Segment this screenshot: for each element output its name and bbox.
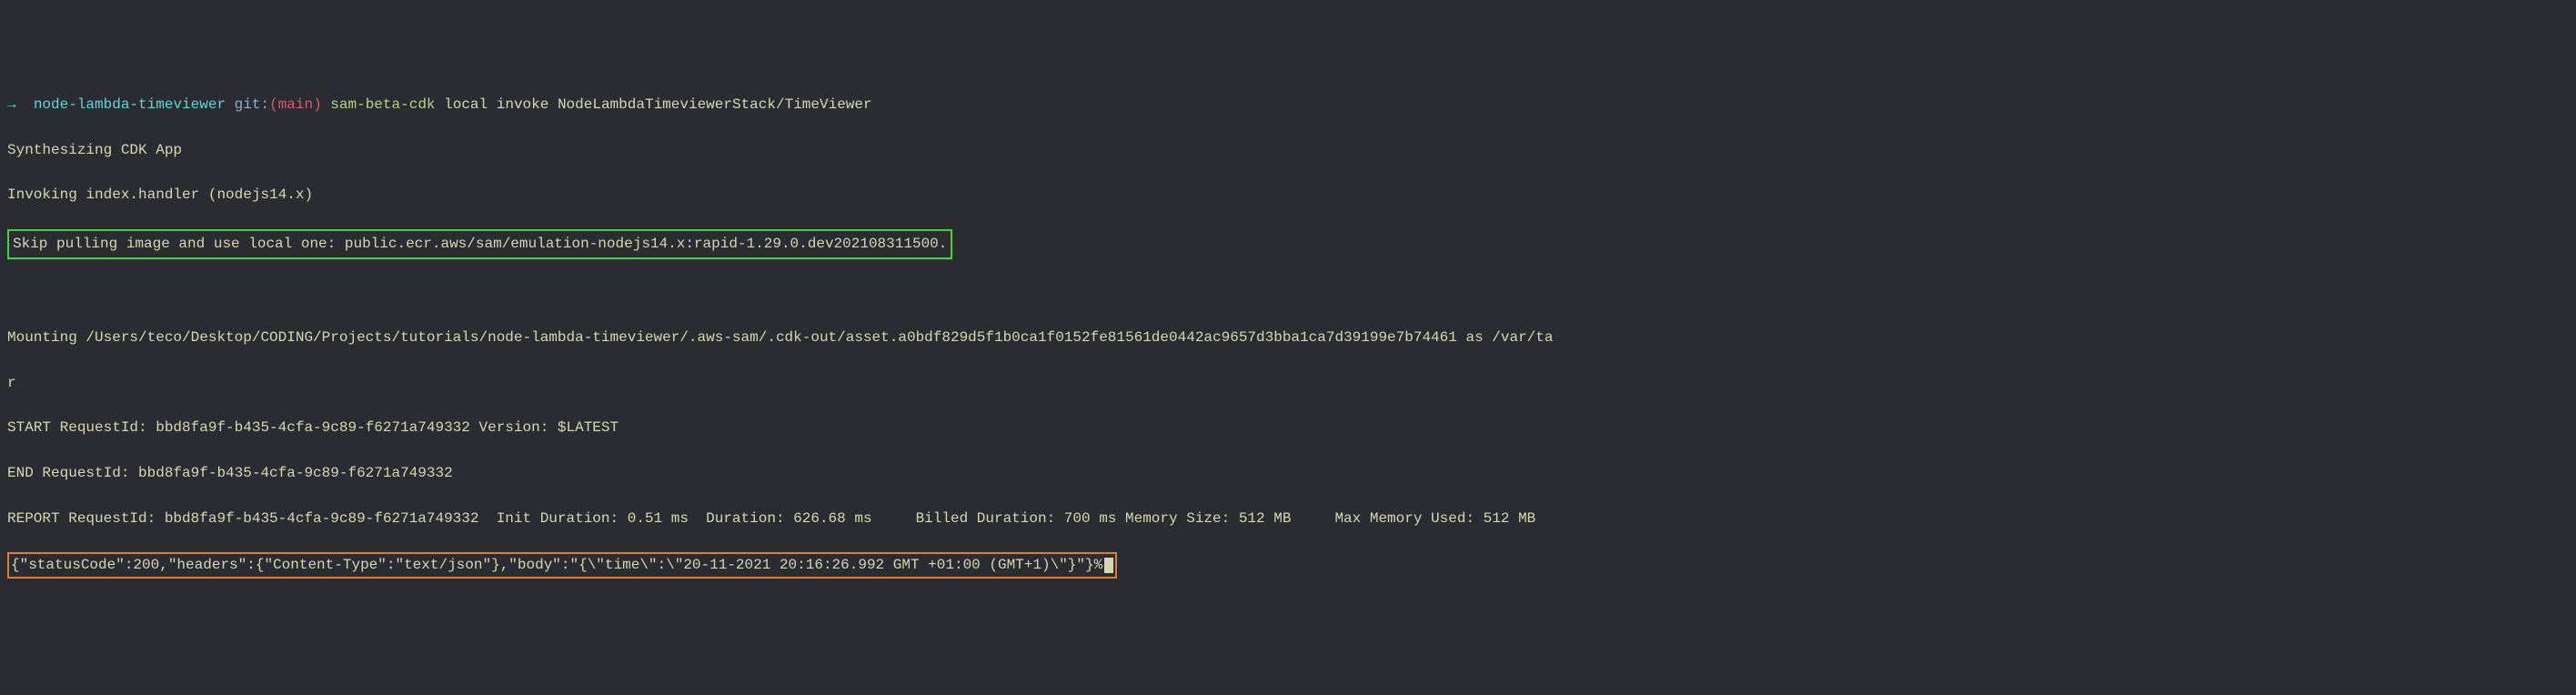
orange-highlight-box: {"statusCode":200,"headers":{"Content-Ty… <box>7 552 1117 579</box>
output-line: START RequestId: bbd8fa9f-b435-4cfa-9c89… <box>7 417 2569 439</box>
output-line: r <box>7 372 2569 395</box>
highlighted-response-line: {"statusCode":200,"headers":{"Content-Ty… <box>7 552 2569 579</box>
json-response-body: {"statusCode":200,"headers":{"Content-Ty… <box>11 557 1102 573</box>
prompt-line[interactable]: → node-lambda-timeviewer git:(main) sam-… <box>7 94 2569 116</box>
green-highlight-box: Skip pulling image and use local one: pu… <box>7 229 952 259</box>
prompt-path: node-lambda-timeviewer <box>34 96 226 113</box>
output-line: Synthesizing CDK App <box>7 139 2569 162</box>
command-args: local invoke NodeLambdaTimeviewerStack/T… <box>444 96 871 113</box>
output-line: REPORT RequestId: bbd8fa9f-b435-4cfa-9c8… <box>7 508 2569 530</box>
output-line: Mounting /Users/teco/Desktop/CODING/Proj… <box>7 327 2569 349</box>
git-paren-open: ( <box>269 96 278 113</box>
output-line: END RequestId: bbd8fa9f-b435-4cfa-9c89-f… <box>7 462 2569 485</box>
output-line: Invoking index.handler (nodejs14.x) <box>7 184 2569 206</box>
output-line <box>7 282 2569 305</box>
cursor-icon <box>1104 558 1113 574</box>
git-paren-close: ) <box>313 96 322 113</box>
git-branch: main <box>278 96 313 113</box>
highlighted-skip-pulling-line: Skip pulling image and use local one: pu… <box>7 229 2569 259</box>
command-name: sam-beta-cdk <box>330 96 435 113</box>
prompt-arrow-icon: → <box>7 96 16 113</box>
git-label: git: <box>235 96 269 113</box>
